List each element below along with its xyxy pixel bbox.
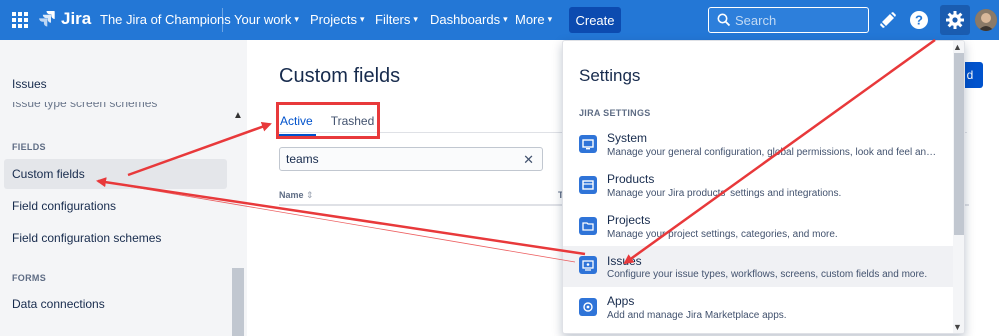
chevron-down-icon: ▾ — [294, 14, 299, 24]
scroll-up-icon[interactable]: ▲ — [233, 110, 243, 121]
settings-item-desc: Manage your project settings, categories… — [607, 229, 838, 240]
settings-title: Settings — [579, 66, 641, 85]
sidebar-item-label: Custom fields — [12, 167, 85, 181]
settings-item-name: System — [607, 131, 648, 145]
nav-projects[interactable]: Projects ▾ — [310, 12, 365, 27]
column-header-name[interactable]: Name ⇕ — [279, 190, 314, 201]
nav-filters-label: Filters — [375, 12, 411, 27]
system-icon — [579, 135, 597, 153]
gear-icon — [946, 11, 964, 29]
chevron-down-icon: ▾ — [503, 14, 508, 24]
site-name[interactable]: The Jira of Champions — [100, 12, 231, 27]
settings-item-name: Products — [607, 172, 655, 186]
settings-scrollbar-thumb[interactable] — [954, 53, 964, 235]
settings-section-header: JIRA SETTINGS — [579, 108, 651, 118]
column-name-label: Name — [279, 190, 304, 200]
apps-grid-icon[interactable] — [12, 12, 28, 28]
settings-item-system[interactable]: System Manage your general configuration… — [563, 129, 953, 170]
apps-icon — [579, 298, 597, 316]
projects-icon — [579, 217, 597, 235]
settings-item-name: Issues — [607, 254, 642, 268]
settings-item-name: Apps — [607, 294, 635, 308]
sidebar-item-label: Data connections — [12, 297, 105, 311]
annotation-highlight-box — [276, 102, 380, 139]
sidebar-scrollbar[interactable] — [232, 268, 244, 336]
nav-dashboards[interactable]: Dashboards ▾ — [430, 12, 508, 27]
sidebar-title: Issues — [12, 77, 47, 91]
top-navigation: Jira The Jira of Champions Your work ▾ Pr… — [0, 0, 999, 40]
chevron-down-icon: ▾ — [359, 14, 365, 24]
svg-text:?: ? — [915, 13, 923, 28]
sidebar-item-custom-fields[interactable]: Custom fields — [4, 159, 227, 189]
nav-your-work[interactable]: Your work ▾ — [234, 12, 299, 27]
settings-item-desc: Configure your issue types, workflows, s… — [607, 269, 928, 280]
sidebar-section-forms: FORMS — [12, 273, 46, 283]
page-title: Custom fields — [279, 65, 401, 87]
create-button[interactable]: Create — [569, 7, 621, 33]
jira-logo-icon — [39, 11, 55, 27]
sidebar-item-label: Field configurations — [12, 199, 117, 213]
settings-item-issues[interactable]: Issues Configure your issue types, workf… — [563, 246, 953, 287]
avatar-image — [975, 9, 997, 31]
sidebar-item-label: Field configuration schemes — [12, 231, 162, 245]
nav-more[interactable]: More ▾ — [515, 12, 552, 27]
issues-icon — [579, 256, 597, 274]
sidebar-section-fields: FIELDS — [12, 142, 46, 152]
filter-field[interactable]: ✕ — [279, 147, 543, 171]
sidebar-item-field-configuration-schemes[interactable]: Field configuration schemes — [4, 223, 227, 253]
search-icon — [717, 13, 731, 27]
sidebar-item-data-connections[interactable]: Data connections — [4, 289, 227, 319]
nav-your-work-label: Your work — [234, 12, 292, 27]
filter-input[interactable] — [286, 152, 506, 166]
nav-filters[interactable]: Filters ▾ — [375, 12, 418, 27]
settings-item-products[interactable]: Products Manage your Jira products' sett… — [563, 170, 953, 211]
settings-item-apps[interactable]: Apps Add and manage Jira Marketplace app… — [563, 292, 953, 333]
nav-projects-label: Projects — [310, 12, 357, 27]
settings-dropdown: Settings JIRA SETTINGS System Manage you… — [562, 40, 965, 334]
clear-icon[interactable]: ✕ — [523, 152, 534, 168]
sort-icon: ⇕ — [306, 190, 314, 200]
sidebar-item-issue-type-screen-schemes[interactable]: Issue type screen schemes — [12, 102, 157, 110]
chevron-down-icon: ▾ — [547, 14, 553, 24]
jira-logo[interactable]: Jira — [38, 9, 91, 29]
notification-icon[interactable] — [878, 10, 898, 30]
nav-dashboards-label: Dashboards — [430, 12, 501, 27]
search-input[interactable] — [735, 12, 855, 28]
chevron-down-icon: ▾ — [413, 14, 418, 24]
sidebar: Issues Issue type screen schemes ▲ FIELD… — [0, 40, 247, 336]
settings-item-name: Projects — [607, 213, 651, 227]
help-icon[interactable]: ? — [909, 10, 929, 30]
nav-more-label: More — [515, 12, 545, 27]
search-box[interactable] — [708, 7, 869, 33]
scroll-up-icon[interactable]: ▲ — [953, 42, 962, 52]
settings-item-desc: Manage your general configuration, globa… — [607, 147, 937, 158]
settings-button[interactable] — [940, 5, 970, 35]
settings-item-desc: Manage your Jira products' settings and … — [607, 188, 842, 199]
products-icon — [579, 176, 597, 194]
settings-item-desc: Add and manage Jira Marketplace apps. — [607, 310, 787, 321]
sidebar-item-field-configurations[interactable]: Field configurations — [4, 191, 227, 221]
nav-divider — [222, 8, 223, 32]
avatar[interactable] — [975, 9, 997, 31]
scroll-down-icon[interactable]: ▼ — [953, 322, 962, 332]
logo-text: Jira — [61, 9, 92, 28]
